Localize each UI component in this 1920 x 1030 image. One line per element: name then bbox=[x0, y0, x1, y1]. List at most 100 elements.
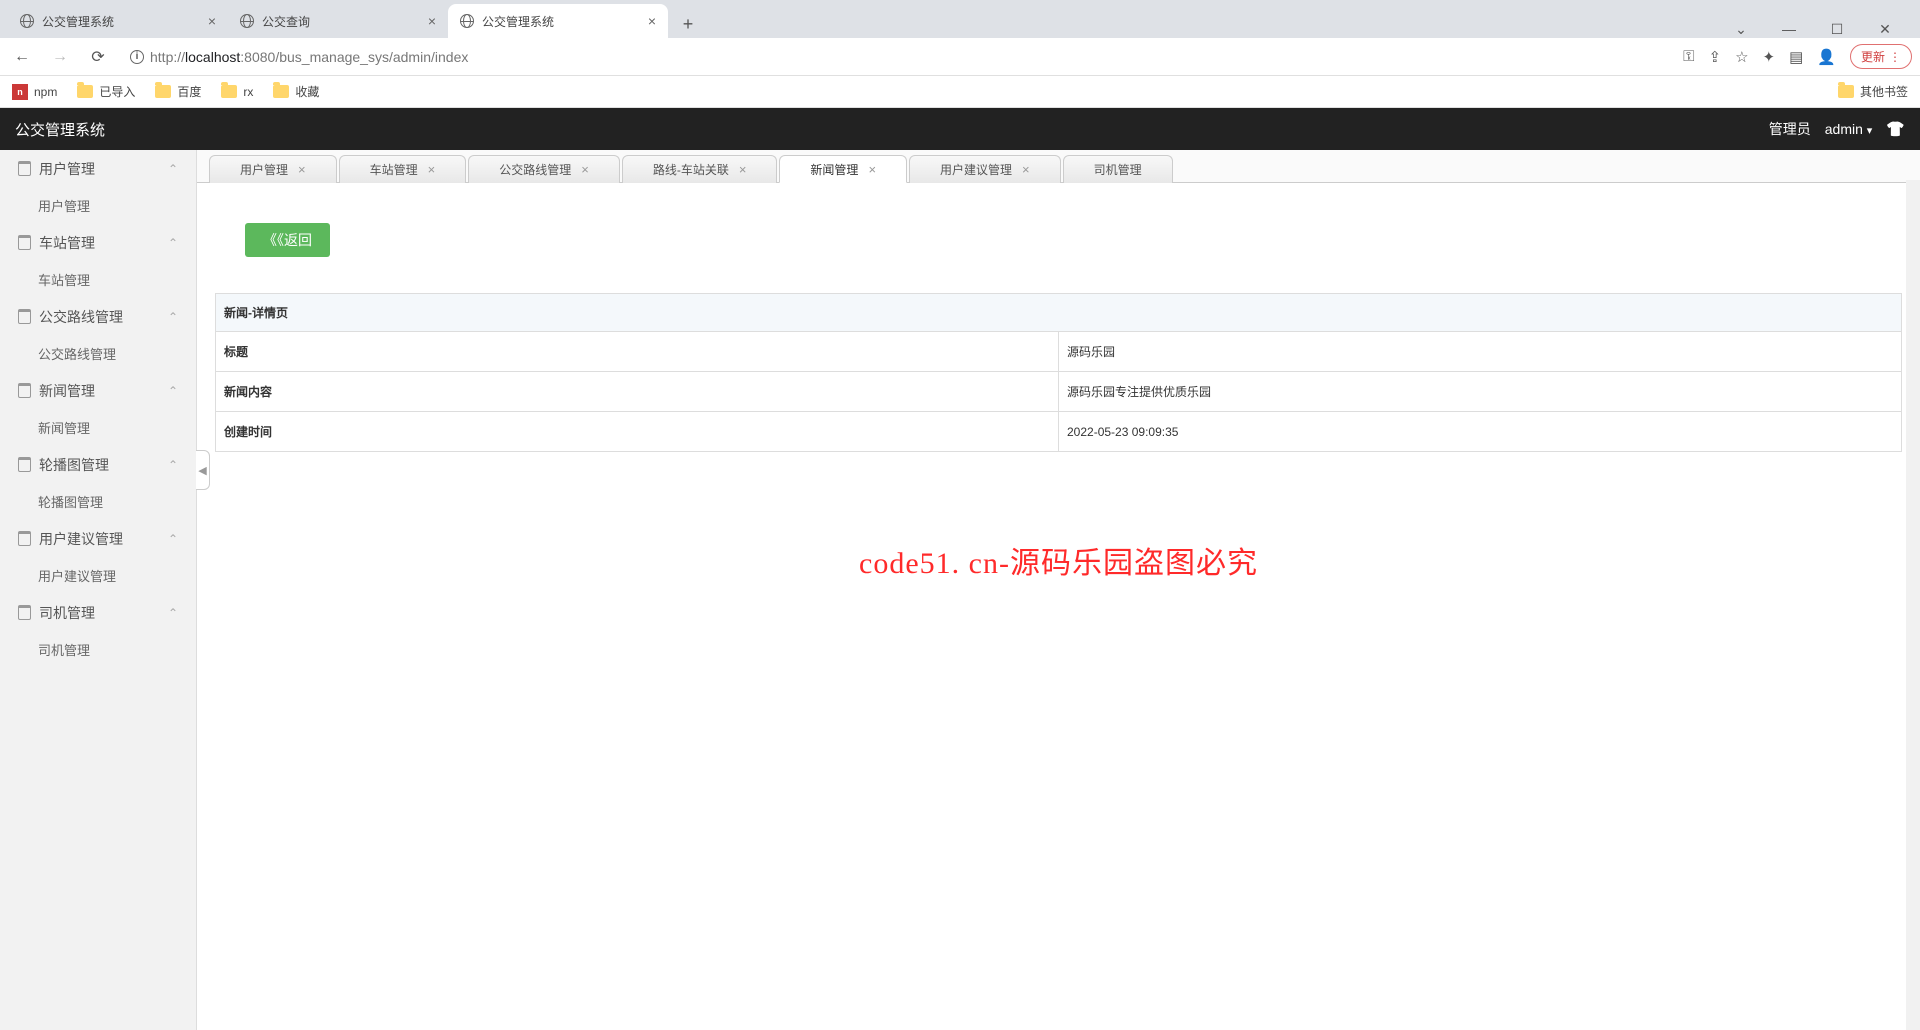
sidebar-group[interactable]: 用户建议管理⌃ bbox=[0, 520, 196, 557]
sidebar-group-label: 新闻管理 bbox=[39, 381, 95, 401]
browser-tab[interactable]: 公交管理系统 × bbox=[8, 4, 228, 38]
forward-icon[interactable]: → bbox=[46, 43, 74, 71]
sidebar-item[interactable]: 车站管理 bbox=[0, 261, 196, 298]
reload-icon[interactable]: ⟳ bbox=[84, 43, 112, 71]
sidebar-group[interactable]: 新闻管理 ⌃ bbox=[0, 372, 196, 409]
chevron-up-icon: ⌃ bbox=[168, 384, 178, 398]
chevron-up-icon: ⌃ bbox=[168, 310, 178, 324]
vertical-scrollbar[interactable] bbox=[1906, 180, 1920, 1030]
address-bar[interactable]: i http://localhost:8080/bus_manage_sys/a… bbox=[122, 49, 1673, 65]
other-bookmarks[interactable]: 其他书签 bbox=[1838, 83, 1908, 100]
content-tab-label: 司机管理 bbox=[1094, 161, 1142, 178]
app-title: 公交管理系统 bbox=[15, 119, 105, 140]
close-icon[interactable]: × bbox=[1022, 162, 1030, 177]
app-body: 用户管理⌃用户管理车站管理⌃车站管理公交路线管理⌃公交路线管理新闻管理⌃新闻管理… bbox=[0, 150, 1920, 1030]
bookmark-rx[interactable]: rx bbox=[221, 85, 253, 99]
close-icon[interactable]: × bbox=[428, 162, 436, 177]
close-icon[interactable]: × bbox=[208, 13, 216, 29]
globe-icon bbox=[20, 14, 34, 28]
table-row: 创建时间2022-05-23 09:09:35 bbox=[216, 412, 1902, 452]
sidebar: 用户管理⌃用户管理车站管理⌃车站管理公交路线管理⌃公交路线管理新闻管理⌃新闻管理… bbox=[0, 150, 197, 1030]
password-key-icon[interactable]: ⚿ bbox=[1683, 48, 1694, 65]
bookmark-imported[interactable]: 已导入 bbox=[77, 83, 135, 100]
folder-icon bbox=[77, 85, 93, 98]
detail-row-value: 2022-05-23 09:09:35 bbox=[1059, 412, 1902, 452]
content-tabs: 用户管理×车站管理×公交路线管理×路线-车站关联×新闻管理×用户建议管理×司机管… bbox=[197, 150, 1920, 183]
bookmark-npm[interactable]: n npm bbox=[12, 84, 57, 100]
new-tab-button[interactable]: + bbox=[674, 10, 702, 38]
content-tab-label: 用户管理 bbox=[240, 161, 288, 178]
content-tab[interactable]: 路线-车站关联× bbox=[622, 155, 778, 183]
globe-icon bbox=[240, 14, 254, 28]
sidebar-group[interactable]: 司机管理⌃ bbox=[0, 594, 196, 631]
content-tab-label: 车站管理 bbox=[370, 161, 418, 178]
extensions-icon[interactable]: ✦ bbox=[1763, 48, 1776, 66]
close-icon[interactable]: × bbox=[428, 13, 436, 29]
detail-row-value: 源码乐园专注提供优质乐园 bbox=[1059, 372, 1902, 412]
close-icon[interactable]: × bbox=[648, 13, 656, 29]
clipboard-icon bbox=[18, 309, 31, 324]
sidebar-group[interactable]: 轮播图管理⌃ bbox=[0, 446, 196, 483]
sidebar-item[interactable]: 司机管理 bbox=[0, 631, 196, 668]
clipboard-icon bbox=[18, 383, 31, 398]
window-dropdown-icon[interactable]: ⌄ bbox=[1726, 21, 1756, 38]
sidebar-group[interactable]: 公交路线管理⌃ bbox=[0, 298, 196, 335]
bookmark-star-icon[interactable]: ☆ bbox=[1735, 48, 1748, 66]
sidebar-item[interactable]: 用户建议管理 bbox=[0, 557, 196, 594]
close-icon[interactable]: × bbox=[298, 162, 306, 177]
maximize-icon[interactable]: ☐ bbox=[1822, 21, 1852, 38]
browser-tab[interactable]: 公交查询 × bbox=[228, 4, 448, 38]
sidebar-item[interactable]: 用户管理 bbox=[0, 187, 196, 224]
close-icon[interactable]: × bbox=[868, 162, 876, 177]
update-button[interactable]: 更新⋮ bbox=[1850, 44, 1912, 69]
content-tab-active[interactable]: 新闻管理× bbox=[779, 155, 907, 183]
sidebar-collapse-handle[interactable]: ◀ bbox=[196, 450, 210, 490]
content-tab[interactable]: 用户管理 × bbox=[209, 155, 337, 183]
detail-row-label: 标题 bbox=[216, 332, 1059, 372]
close-icon[interactable]: × bbox=[581, 162, 589, 177]
sidebar-group-label: 用户管理 bbox=[39, 159, 95, 179]
detail-table: 新闻-详情页 标题源码乐园新闻内容源码乐园专注提供优质乐园创建时间2022-05… bbox=[215, 293, 1902, 452]
browser-tab-strip: 公交管理系统 × 公交查询 × 公交管理系统 × + ⌄ — ☐ ✕ bbox=[0, 0, 1920, 38]
theme-icon[interactable] bbox=[1886, 120, 1905, 138]
detail-row-value: 源码乐园 bbox=[1059, 332, 1902, 372]
back-icon[interactable]: ← bbox=[8, 43, 36, 71]
chevron-up-icon: ⌃ bbox=[168, 162, 178, 176]
bookmarks-bar: n npm 已导入 百度 rx 收藏 其他书签 bbox=[0, 76, 1920, 108]
profile-icon[interactable]: 👤 bbox=[1817, 48, 1836, 66]
bookmark-baidu[interactable]: 百度 bbox=[155, 83, 201, 100]
clipboard-icon bbox=[18, 235, 31, 250]
share-icon[interactable]: ⇪ bbox=[1709, 48, 1722, 66]
bookmark-favorites[interactable]: 收藏 bbox=[273, 83, 319, 100]
content-tab[interactable]: 司机管理 bbox=[1063, 155, 1173, 183]
content-tab-label: 用户建议管理 bbox=[940, 161, 1012, 178]
sidebar-group[interactable]: 用户管理 ⌃ bbox=[0, 150, 196, 187]
url-text: http://localhost:8080/bus_manage_sys/adm… bbox=[150, 49, 468, 65]
browser-tab-active[interactable]: 公交管理系统 × bbox=[448, 4, 668, 38]
window-close-icon[interactable]: ✕ bbox=[1870, 21, 1900, 38]
content-area: ◀ 用户管理×车站管理×公交路线管理×路线-车站关联×新闻管理×用户建议管理×司… bbox=[197, 150, 1920, 1030]
sidebar-item[interactable]: 公交路线管理 bbox=[0, 335, 196, 372]
browser-tab-title: 公交查询 bbox=[262, 13, 420, 30]
close-icon[interactable]: × bbox=[739, 162, 747, 177]
chevron-up-icon: ⌃ bbox=[168, 236, 178, 250]
table-row: 新闻内容源码乐园专注提供优质乐园 bbox=[216, 372, 1902, 412]
folder-icon bbox=[273, 85, 289, 98]
content-tab[interactable]: 用户建议管理 × bbox=[909, 155, 1061, 183]
sidebar-group[interactable]: 车站管理⌃ bbox=[0, 224, 196, 261]
address-bar-row: ← → ⟳ i http://localhost:8080/bus_manage… bbox=[0, 38, 1920, 76]
content-tab[interactable]: 公交路线管理× bbox=[468, 155, 620, 183]
user-menu[interactable]: admin ▾ bbox=[1825, 121, 1873, 137]
clipboard-icon bbox=[18, 457, 31, 472]
side-panel-icon[interactable]: ▤ bbox=[1789, 48, 1803, 66]
sidebar-item[interactable]: 轮播图管理 bbox=[0, 483, 196, 520]
content-inner: 《《返回 新闻-详情页 标题源码乐园新闻内容源码乐园专注提供优质乐园创建时间20… bbox=[197, 183, 1920, 1030]
minimize-icon[interactable]: — bbox=[1774, 21, 1804, 38]
folder-icon bbox=[221, 85, 237, 98]
sidebar-item[interactable]: 新闻管理 bbox=[0, 409, 196, 446]
folder-icon bbox=[1838, 85, 1854, 98]
back-button[interactable]: 《《返回 bbox=[245, 223, 330, 257]
content-tab[interactable]: 车站管理 × bbox=[339, 155, 467, 183]
site-info-icon[interactable]: i bbox=[130, 50, 144, 64]
user-role-label: 管理员 bbox=[1769, 119, 1811, 139]
